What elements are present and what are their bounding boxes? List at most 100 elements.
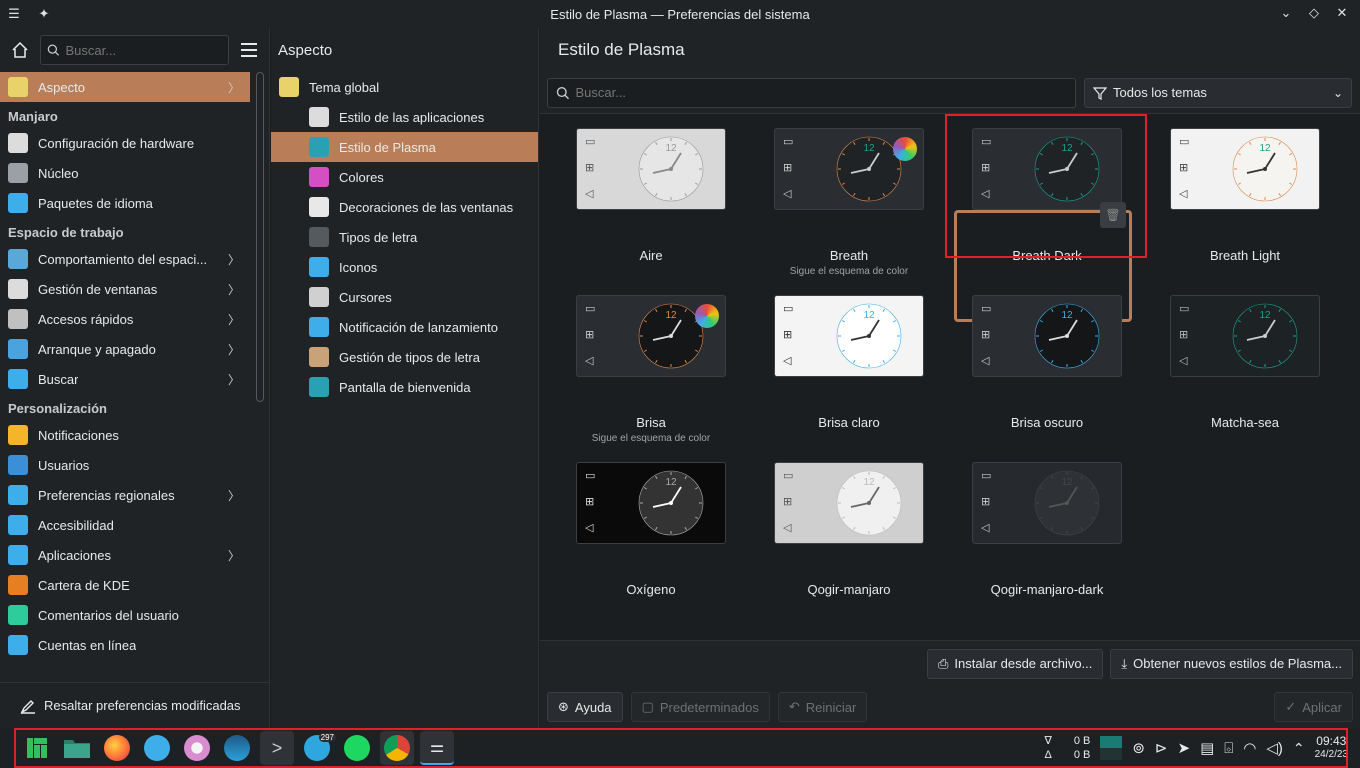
sidebar-scrollbar[interactable] xyxy=(256,72,264,402)
svg-text:12: 12 xyxy=(665,310,677,321)
defaults-icon: ▢ xyxy=(641,699,654,714)
sidebar-item[interactable]: Accesos rápidos 〉 xyxy=(0,304,250,334)
volume-icon[interactable]: ◁) xyxy=(1266,739,1283,757)
sidebar-item[interactable]: Cartera de KDE xyxy=(0,570,250,600)
maximize-icon[interactable]: ◇ xyxy=(1306,5,1322,21)
sidebar-item[interactable]: Núcleo xyxy=(0,158,250,188)
updates-icon[interactable]: ⊚ xyxy=(1132,739,1145,757)
manjaro-launcher[interactable] xyxy=(20,731,54,765)
theme-card[interactable]: ▭ ⊞ ◁ 12 Brisa oscuro xyxy=(958,281,1136,447)
theme-card[interactable]: ▭ ⊞ ◁ 12 Matcha-sea xyxy=(1156,281,1334,447)
hamburger-menu-button[interactable] xyxy=(237,38,261,62)
category-item[interactable]: Colores xyxy=(271,162,538,192)
theme-subtitle: Sigue el esquema de color xyxy=(591,433,711,444)
sidebar-item[interactable]: Gestión de ventanas 〉 xyxy=(0,274,250,304)
sidebar-item[interactable]: Notificaciones xyxy=(0,420,250,450)
sidebar-item[interactable]: Cuentas en línea xyxy=(0,630,250,660)
steam-icon xyxy=(224,735,250,761)
theme-card[interactable]: ▭ ⊞ ◁ 12 Brisa claro xyxy=(760,281,938,447)
sidebar-item-label: Aplicaciones xyxy=(38,547,111,563)
sidebar-item[interactable]: Configuración de hardware xyxy=(0,128,250,158)
category-item[interactable]: Gestión de tipos de letra xyxy=(271,342,538,372)
pin-icon[interactable]: ✦ xyxy=(36,6,52,22)
expand-tray-icon[interactable]: ⌃ xyxy=(1293,740,1305,757)
color-wheel-icon xyxy=(695,304,719,328)
svg-text:12: 12 xyxy=(863,477,875,488)
media-play-icon[interactable]: ⊳ xyxy=(1155,739,1168,757)
help-icon: ⊛ xyxy=(558,699,569,714)
highlight-changed-button[interactable]: Resaltar preferencias modificadas xyxy=(0,682,270,728)
terminal-app[interactable]: > xyxy=(260,731,294,765)
sidebar-item[interactable]: Aspecto 〉 xyxy=(0,72,250,102)
settings-app-icon: ⚌ xyxy=(429,739,445,756)
steam-app[interactable] xyxy=(220,731,254,765)
firefox-app[interactable] xyxy=(100,731,134,765)
spotify-icon xyxy=(344,735,370,761)
theme-search[interactable] xyxy=(547,77,1076,108)
category-item[interactable]: Estilo de Plasma xyxy=(271,132,538,162)
theme-preview: ▭ ⊞ ◁ 12 xyxy=(774,295,924,377)
install-from-file-button[interactable]: ⎙ Instalar desde archivo... xyxy=(926,648,1104,679)
category-item[interactable]: Estilo de las aplicaciones xyxy=(271,102,538,132)
help-button[interactable]: ⊛ Ayuda xyxy=(547,692,623,722)
category-item[interactable]: Tema global xyxy=(271,72,538,102)
sidebar-item[interactable]: Aplicaciones 〉 xyxy=(0,540,250,570)
sidebar-item-label: Núcleo xyxy=(38,165,79,181)
category-item[interactable]: Cursores xyxy=(271,282,538,312)
theme-card[interactable]: ▭ ⊞ ◁ 12 Qogir-manjaro xyxy=(760,448,938,614)
theme-card[interactable]: ▭ ⊞ ◁ 12 Breath Sigue el esquema de color xyxy=(760,114,938,280)
chrome-app[interactable] xyxy=(380,731,414,765)
home-button[interactable] xyxy=(8,38,32,62)
category-item[interactable]: Notificación de lanzamiento xyxy=(271,312,538,342)
system-load-graph[interactable] xyxy=(1100,736,1123,760)
spotify-app[interactable] xyxy=(340,731,374,765)
send-icon[interactable]: ➤ xyxy=(1177,739,1190,757)
theme-card[interactable]: ▭ ⊞ ◁ 12 Aire xyxy=(562,114,740,280)
theme-card[interactable]: ▭ ⊞ ◁ 12 Qogir-manjaro-dark xyxy=(958,448,1136,614)
sidebar-item[interactable]: Buscar 〉 xyxy=(0,364,250,394)
analog-clock-preview: 12 xyxy=(637,135,705,203)
minimize-icon[interactable]: ⌄ xyxy=(1278,5,1294,21)
wifi-icon[interactable]: ◠ xyxy=(1243,739,1256,757)
window-menu-icon[interactable]: ☰ xyxy=(6,6,22,22)
svg-text:12: 12 xyxy=(665,143,677,154)
monitor-icon: ▭ xyxy=(585,303,596,315)
dialog-buttons: ⊛ Ayuda ▢ Predeterminados ↶ Reiniciar ✓ … xyxy=(540,686,1360,728)
telegram-badge: 297 xyxy=(318,733,336,742)
kde-connect-app[interactable] xyxy=(140,731,174,765)
digital-clock[interactable]: 09:43 24/2/23 xyxy=(1315,735,1348,761)
network-monitor[interactable]: ∇ Δ 0 B 0 B xyxy=(1044,734,1090,762)
theme-card[interactable]: ▭ ⊞ ◁ 12 Breath Light xyxy=(1156,114,1334,280)
sidebar-item[interactable]: Comportamiento del espaci... 〉 xyxy=(0,244,250,274)
theme-card[interactable]: ▭ ⊞ ◁ 12 Brisa Sigue el esquema de color xyxy=(562,281,740,447)
sidebar-item[interactable]: Comentarios del usuario xyxy=(0,600,250,630)
reset-button[interactable]: ↶ Reiniciar xyxy=(777,692,868,722)
sidebar-search-input[interactable] xyxy=(65,42,222,58)
apply-button[interactable]: ✓ Aplicar xyxy=(1274,692,1353,722)
usb-icon[interactable]: ⌺ xyxy=(1224,740,1233,757)
category-item[interactable]: Tipos de letra xyxy=(271,222,538,252)
category-item[interactable]: Pantalla de bienvenida xyxy=(271,372,538,402)
undo-icon: ↶ xyxy=(788,699,800,714)
sidebar-item[interactable]: Preferencias regionales 〉 xyxy=(0,480,250,510)
pink-app[interactable] xyxy=(180,731,214,765)
category-item-icon xyxy=(279,77,299,97)
category-item[interactable]: Iconos xyxy=(271,252,538,282)
theme-card[interactable]: ▭ ⊞ ◁ 12 Oxígeno xyxy=(562,448,740,614)
defaults-button[interactable]: ▢ Predeterminados xyxy=(630,692,770,722)
theme-search-input[interactable] xyxy=(575,85,1067,100)
telegram-app[interactable]: 297 xyxy=(300,731,336,765)
sidebar-item[interactable]: Usuarios xyxy=(0,450,250,480)
sidebar-item[interactable]: Arranque y apagado 〉 xyxy=(0,334,250,364)
system-settings-app[interactable]: ⚌ xyxy=(420,731,454,765)
file-manager-app[interactable] xyxy=(60,731,94,765)
sidebar-search[interactable] xyxy=(40,35,229,65)
theme-filter-dropdown[interactable]: Todos los temas ⌄ xyxy=(1084,77,1352,108)
category-item[interactable]: Decoraciones de las ventanas xyxy=(271,192,538,222)
net-up-value: 0 B xyxy=(1073,735,1091,747)
close-icon[interactable]: ✕ xyxy=(1334,5,1350,21)
sidebar-item[interactable]: Accesibilidad xyxy=(0,510,250,540)
sidebar-item[interactable]: Paquetes de idioma xyxy=(0,188,250,218)
clipboard-icon[interactable]: ▤ xyxy=(1200,739,1214,757)
get-new-styles-button[interactable]: ⤓ Obtener nuevos estilos de Plasma... xyxy=(1110,648,1353,679)
